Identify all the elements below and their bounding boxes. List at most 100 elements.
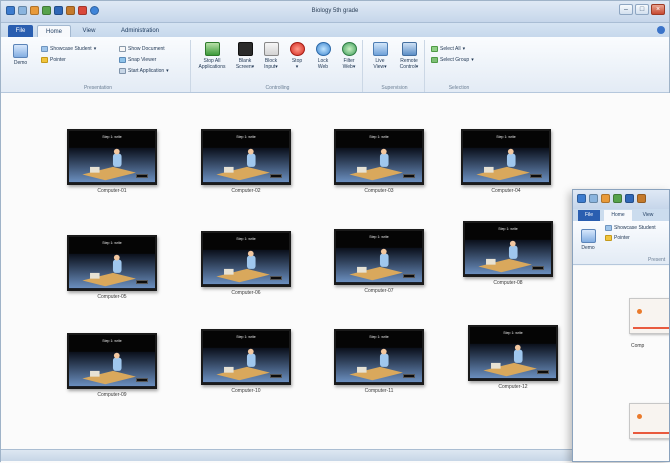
second-thumbnail-1[interactable] [629,298,669,334]
live-view-icon [372,42,388,56]
computer-thumbnail[interactable]: Step 1: write Computer-02 [199,129,293,194]
pointer-icon [605,235,612,241]
screen-caption: Step 1: write [236,335,256,339]
showcase-student-button[interactable]: Showcase Student ▾ [41,46,96,52]
screen-status-mark [270,174,282,178]
second-pointer-button[interactable]: Pointer [605,235,630,241]
second-thumbnail-label: Comp [631,343,645,349]
minimize-button[interactable]: – [619,4,633,15]
group-controlling: Stop All Applications Blank Screen▾ Bloc… [193,40,363,92]
computer-screen-preview: Step 1: write [67,129,157,185]
demo-icon [580,229,596,243]
stop-button[interactable]: Stop ▾ [285,42,309,70]
ribbon: Demo Showcase Student ▾ Pointer Show Docu… [1,37,669,93]
computer-thumbnail[interactable]: Step 1: write Computer-10 [199,329,293,394]
second-demo-button[interactable]: Demo [577,229,599,251]
computer-thumbnail[interactable]: Step 1: write Computer-12 [466,325,560,390]
computer-thumbnail[interactable]: Step 1: write Computer-03 [332,129,426,194]
second-thumbnail-2[interactable] [629,403,669,439]
group-label-controlling: Controlling [265,85,290,91]
computer-thumbnail[interactable]: Step 1: write Computer-04 [459,129,553,194]
filter-web-button[interactable]: Filter Web▾ [337,42,361,70]
screen-status-mark [136,378,148,382]
second-tab-view[interactable]: View [636,210,660,221]
remote-control-icon [401,42,417,56]
document-icon [119,46,126,52]
computer-thumbnail[interactable]: Step 1: write Computer-09 [65,333,159,398]
computer-screen-preview: Step 1: write [201,329,291,385]
main-window: Biology 5th grade – □ × File Home View A… [0,0,670,463]
filter-icon[interactable] [613,194,622,203]
window-controls: – □ × [619,4,665,15]
second-tab-home[interactable]: Home [604,210,632,221]
pointer-button[interactable]: Pointer [41,57,66,63]
stop-applications-icon [204,42,220,56]
screen-caption: Step 1: write [236,135,256,139]
stop-all-applications-button[interactable]: Stop All Applications [197,42,227,70]
blank-screen-button[interactable]: Blank Screen▾ [233,42,257,70]
computer-screen-preview: Step 1: write [67,235,157,291]
computer-screen-preview: Step 1: write [334,229,424,285]
screen-status-mark [530,174,542,178]
maximize-button[interactable]: □ [635,4,649,15]
screen-caption: Step 1: write [236,237,256,241]
show-document-button[interactable]: Show Document [119,46,165,52]
computer-grid: Step 1: write Computer-01 Step 1: write Com… [1,93,670,463]
close-button[interactable]: × [651,4,665,15]
live-view-button[interactable]: Live View▾ [368,42,392,70]
filter-web-icon [341,42,357,56]
screen-status-mark [136,280,148,284]
second-showcase-student-button[interactable]: Showcase Student [605,225,656,231]
grid-icon[interactable] [577,194,586,203]
screen-caption: Step 1: write [498,227,518,231]
computer-screen-preview: Step 1: write [67,333,157,389]
tab-view[interactable]: View [77,25,101,37]
computer-thumbnail[interactable]: Step 1: write Computer-01 [65,129,159,194]
keyboard-icon [263,42,279,56]
status-bar [1,449,669,461]
select-group-button[interactable]: Select Group ▾ [431,57,474,63]
computer-thumbnail[interactable]: Step 1: write Computer-06 [199,231,293,296]
screen-status-mark [532,266,544,270]
tab-administration[interactable]: Administration [109,25,171,37]
pointer-icon [41,57,48,63]
second-window: File Home View Demo Showcase Student Poi… [572,189,670,462]
computer-name-label: Computer-06 [231,290,261,296]
computer-name-label: Computer-04 [491,188,521,194]
computer-thumbnail[interactable]: Step 1: write Computer-11 [332,329,426,394]
second-quick-access-toolbar [577,194,646,203]
screen-status-mark [537,370,549,374]
tab-home[interactable]: Home [37,25,71,37]
second-tab-file[interactable]: File [578,210,600,221]
computer-name-label: Computer-03 [364,188,394,194]
wrench-icon[interactable] [637,194,646,203]
tab-file[interactable]: File [8,25,33,37]
showcase-icon [605,225,612,231]
shield-icon[interactable] [625,194,634,203]
group-label-supervision: Supervision [381,85,408,91]
lock-web-button[interactable]: Lock Web [311,42,335,70]
demo-button[interactable]: Demo [9,44,32,66]
help-icon[interactable] [657,26,665,34]
select-all-button[interactable]: Select All ▾ [431,46,465,52]
select-all-icon [431,46,438,52]
monitor-icon[interactable] [589,194,598,203]
group-presentation: Demo Showcase Student ▾ Pointer Show Docu… [6,40,191,92]
application-icon [119,68,126,74]
second-group-label: Present [648,257,666,263]
computer-thumbnail[interactable]: Step 1: write Computer-05 [65,235,159,300]
ribbon-tabs: File Home View Administration [1,23,669,37]
computer-thumbnail[interactable]: Step 1: write Computer-08 [461,221,555,286]
block-input-button[interactable]: Block Input▾ [259,42,283,70]
start-application-button[interactable]: Start Application ▾ [119,68,169,74]
screen-status-mark [403,374,415,378]
snap-viewer-button[interactable]: Snap Viewer [119,57,156,63]
computer-name-label: Computer-07 [364,288,394,294]
group-label-presentation: Presentation [83,85,113,91]
screen-caption: Step 1: write [102,135,122,139]
computer-thumbnail[interactable]: Step 1: write Computer-07 [332,229,426,294]
remote-control-button[interactable]: Remote Control▾ [395,42,423,70]
second-ribbon-tabs: File Home View [573,209,669,221]
screens-icon[interactable] [601,194,610,203]
screen-caption: Step 1: write [369,235,389,239]
